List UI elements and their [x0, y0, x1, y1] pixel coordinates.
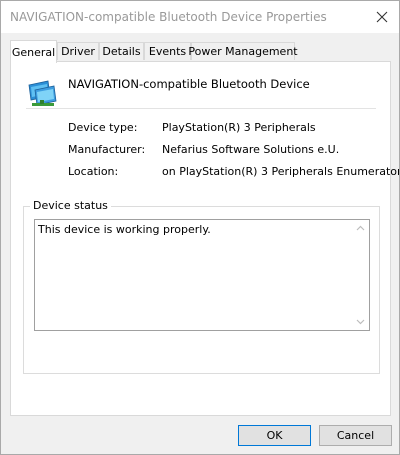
- ok-button[interactable]: OK: [238, 425, 311, 446]
- device-name: NAVIGATION-compatible Bluetooth Device: [68, 77, 310, 91]
- device-status-legend: Device status: [30, 199, 111, 212]
- scroll-up-button[interactable]: [352, 220, 369, 236]
- title-bar: NAVIGATION-compatible Bluetooth Device P…: [1, 1, 399, 33]
- device-type-value: PlayStation(R) 3 Peripherals: [162, 121, 316, 134]
- tab-power-management[interactable]: Power Management: [188, 42, 298, 60]
- divider: [26, 108, 376, 109]
- tab-label: Driver: [61, 45, 95, 58]
- general-tab-panel: NAVIGATION-compatible Bluetooth Device D…: [10, 61, 399, 416]
- tab-general[interactable]: General: [10, 40, 57, 63]
- cancel-button[interactable]: Cancel: [319, 425, 392, 446]
- close-button[interactable]: [365, 1, 399, 33]
- properties-dialog: NAVIGATION-compatible Bluetooth Device P…: [0, 0, 400, 455]
- tab-label: Events: [148, 45, 187, 58]
- close-icon: [376, 11, 388, 23]
- location-label: Location:: [68, 165, 119, 178]
- device-type-label: Device type:: [68, 121, 138, 134]
- manufacturer-label: Manufacturer:: [68, 143, 146, 156]
- status-scrollbar[interactable]: [352, 220, 369, 330]
- tab-driver[interactable]: Driver: [57, 42, 99, 60]
- device-status-text: This device is working properly.: [38, 223, 211, 236]
- cancel-button-label: Cancel: [336, 429, 375, 442]
- tab-label: Power Management: [188, 45, 298, 58]
- tab-label: Details: [102, 45, 141, 58]
- device-status-textbox[interactable]: This device is working properly.: [34, 219, 370, 331]
- location-value: on PlayStation(R) 3 Peripherals Enumerat…: [162, 165, 400, 178]
- tab-events[interactable]: Events: [144, 42, 191, 60]
- network-device-icon: [28, 80, 57, 106]
- device-status-group: Device status This device is working pro…: [23, 199, 380, 374]
- ok-button-label: OK: [266, 429, 283, 442]
- tab-details[interactable]: Details: [99, 42, 144, 60]
- chevron-down-icon: [356, 319, 365, 325]
- manufacturer-value: Nefarius Software Solutions e.U.: [162, 143, 340, 156]
- window-title: NAVIGATION-compatible Bluetooth Device P…: [10, 10, 327, 24]
- scroll-down-button[interactable]: [352, 314, 369, 330]
- tab-label: General: [11, 45, 56, 59]
- tab-strip: General Driver Details Events Power Mana…: [10, 40, 392, 63]
- chevron-up-icon: [356, 225, 365, 231]
